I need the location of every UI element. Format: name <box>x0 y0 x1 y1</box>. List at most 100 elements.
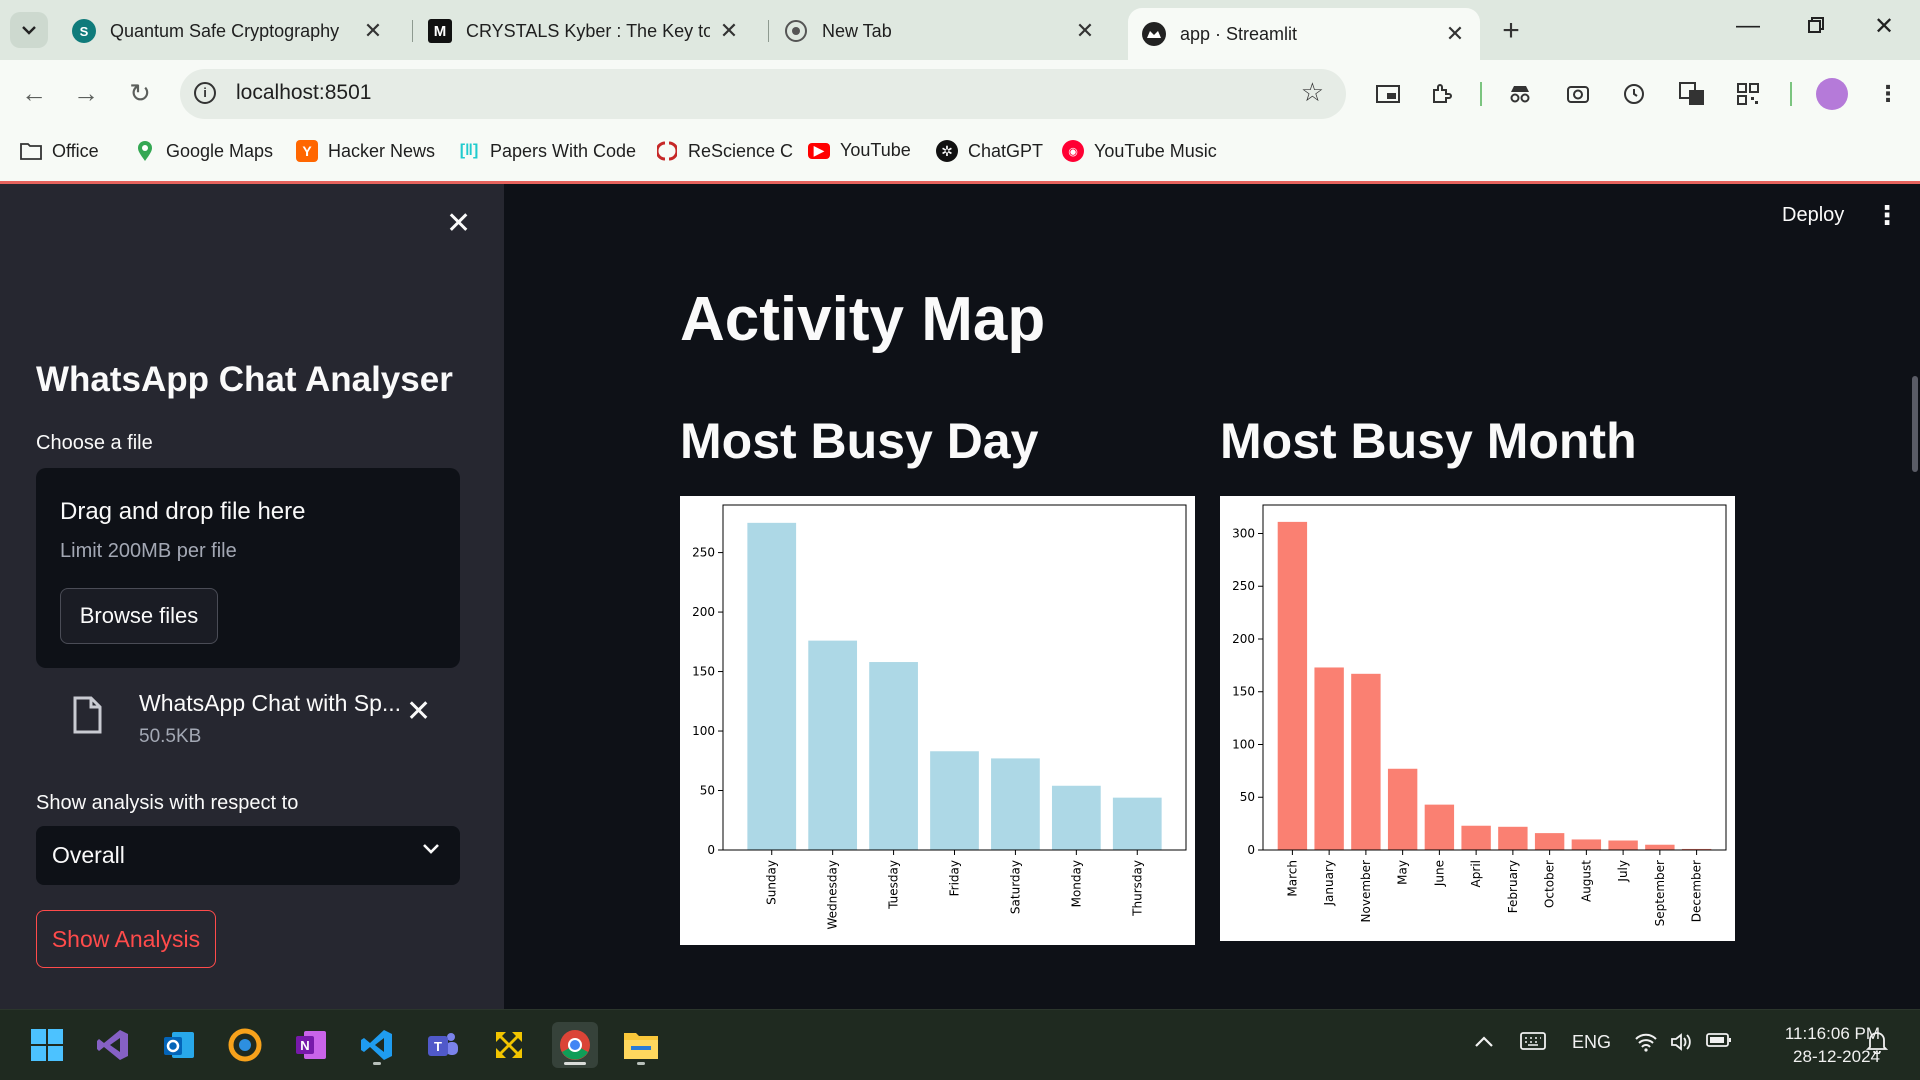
site-info-icon[interactable]: i <box>194 82 216 104</box>
address-bar[interactable]: i localhost:8501 ☆ <box>180 69 1346 119</box>
x-tick-label: November <box>1359 860 1373 922</box>
clock-time: 11:16:06 PM <box>1784 1024 1880 1043</box>
uploaded-file-size: 50.5KB <box>139 726 202 747</box>
vpn-icon[interactable] <box>486 1022 532 1068</box>
chart-bar <box>1351 673 1381 850</box>
x-tick-label: January <box>1322 860 1336 907</box>
history-icon[interactable] <box>1618 78 1650 110</box>
toolbar-divider <box>1790 82 1792 106</box>
close-tab-icon[interactable]: ✕ <box>1074 18 1096 44</box>
vscode-icon[interactable] <box>354 1022 400 1068</box>
scrollbar-thumb[interactable] <box>1912 376 1918 472</box>
restore-icon[interactable] <box>1796 12 1836 41</box>
new-tab-button[interactable]: + <box>1494 14 1528 48</box>
y-tick-label: 250 <box>1232 579 1255 593</box>
qr-code-icon[interactable] <box>1732 78 1764 110</box>
deploy-button[interactable]: Deploy <box>1782 204 1844 227</box>
keyboard-icon[interactable] <box>1520 1032 1546 1055</box>
close-sidebar-icon[interactable]: ✕ <box>446 206 471 241</box>
windows-start-icon[interactable] <box>24 1022 70 1068</box>
profile-avatar[interactable] <box>1816 78 1848 110</box>
close-tab-icon[interactable]: ✕ <box>1444 21 1466 47</box>
chrome-taskbar-icon[interactable] <box>552 1022 598 1068</box>
translate-icon[interactable] <box>1676 78 1708 110</box>
bookmark-rescience[interactable]: ReScience C <box>656 140 793 162</box>
minimize-icon[interactable]: — <box>1728 12 1768 40</box>
y-tick-label: 50 <box>1240 790 1255 804</box>
incognito-icon[interactable] <box>1504 78 1536 110</box>
tab-new[interactable]: New Tab ✕ <box>770 8 1110 54</box>
main-menu-icon[interactable]: ⋮ <box>1874 200 1900 231</box>
notifications-icon[interactable] <box>1865 1030 1889 1059</box>
chart-bar <box>1608 840 1638 850</box>
reload-icon[interactable]: ↻ <box>124 78 156 109</box>
wifi-icon[interactable] <box>1634 1032 1658 1057</box>
medium-icon: M <box>428 19 452 43</box>
close-window-icon[interactable]: ✕ <box>1864 12 1904 41</box>
x-tick-label: Sunday <box>765 860 779 905</box>
chart-bar <box>1571 839 1602 850</box>
x-tick-label: August <box>1579 860 1593 902</box>
outlook-icon[interactable] <box>156 1022 202 1068</box>
show-analysis-button[interactable]: Show Analysis <box>36 910 216 968</box>
tab-strip: S Quantum Safe Cryptography ✕ M CRYSTALS… <box>0 0 1920 60</box>
chart-bar <box>1424 804 1455 850</box>
browse-files-button[interactable]: Browse files <box>60 588 218 644</box>
close-tab-icon[interactable]: ✕ <box>718 18 740 44</box>
battery-icon[interactable] <box>1706 1032 1732 1053</box>
url-text[interactable]: localhost:8501 <box>236 81 371 105</box>
y-tick-label: 100 <box>692 724 715 738</box>
y-tick-label: 150 <box>1232 685 1255 699</box>
bookmark-label: ChatGPT <box>968 140 1044 161</box>
screenshot-icon[interactable] <box>1562 78 1594 110</box>
sidebar-title: WhatsApp Chat Analyser <box>36 360 453 399</box>
x-tick-label: July <box>1616 860 1630 883</box>
bookmark-youtube[interactable]: ▶ YouTube <box>808 140 911 161</box>
rescience-icon <box>656 140 678 162</box>
analysis-select[interactable]: Overall <box>36 826 460 885</box>
tab-kyber[interactable]: M CRYSTALS Kyber : The Key to Po ✕ <box>414 8 754 54</box>
y-tick-label: 200 <box>1232 632 1255 646</box>
chrome-menu-icon[interactable]: ⋮ <box>1872 78 1904 110</box>
visual-studio-icon[interactable] <box>90 1022 136 1068</box>
language-indicator[interactable]: ENG <box>1572 1032 1611 1053</box>
tab-divider <box>768 20 769 42</box>
bookmark-label: Google Maps <box>166 140 274 161</box>
swift-icon[interactable] <box>222 1022 268 1068</box>
busy-day-chart-svg: Sunday Wednesday Tuesday Friday Saturday Mond… <box>692 504 1187 929</box>
bookmark-papers-with-code[interactable]: [‖] Papers With Code <box>458 140 636 162</box>
bookmarks-bar: Office Google Maps Y Hacker News [‖] Pap… <box>0 128 1920 182</box>
x-tick-label: March <box>1285 860 1299 897</box>
svg-text:N: N <box>300 1038 309 1053</box>
running-indicator <box>637 1062 645 1065</box>
onenote-icon[interactable]: N <box>288 1022 334 1068</box>
back-icon[interactable]: ← <box>18 78 50 109</box>
tab-search-button[interactable] <box>10 12 48 48</box>
remove-file-icon[interactable]: ✕ <box>406 694 431 729</box>
bookmark-google-maps[interactable]: Google Maps <box>134 140 273 162</box>
x-tick-label: December <box>1690 860 1704 922</box>
bookmark-hacker-news[interactable]: Y Hacker News <box>296 140 435 162</box>
bookmark-chatgpt[interactable]: ✲ ChatGPT <box>936 140 1043 162</box>
dropzone-limit: Limit 200MB per file <box>60 540 237 562</box>
volume-icon[interactable] <box>1670 1032 1694 1057</box>
extensions-icon[interactable] <box>1426 78 1458 110</box>
x-tick-label: May <box>1396 860 1410 885</box>
picture-in-picture-icon[interactable] <box>1372 78 1404 110</box>
bookmark-star-icon[interactable]: ☆ <box>1301 77 1324 108</box>
system-clock[interactable]: 11:16:06 PM 28-12-2024 <box>1746 1022 1880 1068</box>
tab-streamlit[interactable]: app · Streamlit ✕ <box>1128 8 1480 60</box>
tab-quantum[interactable]: S Quantum Safe Cryptography ✕ <box>58 8 398 54</box>
bookmark-youtube-music[interactable]: ◉ YouTube Music <box>1062 140 1217 162</box>
bookmark-office[interactable]: Office <box>20 140 99 162</box>
close-tab-icon[interactable]: ✕ <box>362 18 384 44</box>
show-hidden-icons-icon[interactable] <box>1474 1032 1494 1053</box>
chevron-down-icon <box>422 842 440 860</box>
x-tick-label: Friday <box>948 860 962 896</box>
chart-bar <box>1645 844 1675 850</box>
file-dropzone[interactable]: Drag and drop file here Limit 200MB per … <box>36 468 460 668</box>
file-explorer-icon[interactable] <box>618 1022 664 1068</box>
teams-icon[interactable]: T <box>420 1022 466 1068</box>
chart-bar <box>1112 797 1162 850</box>
forward-icon[interactable]: → <box>70 78 102 109</box>
